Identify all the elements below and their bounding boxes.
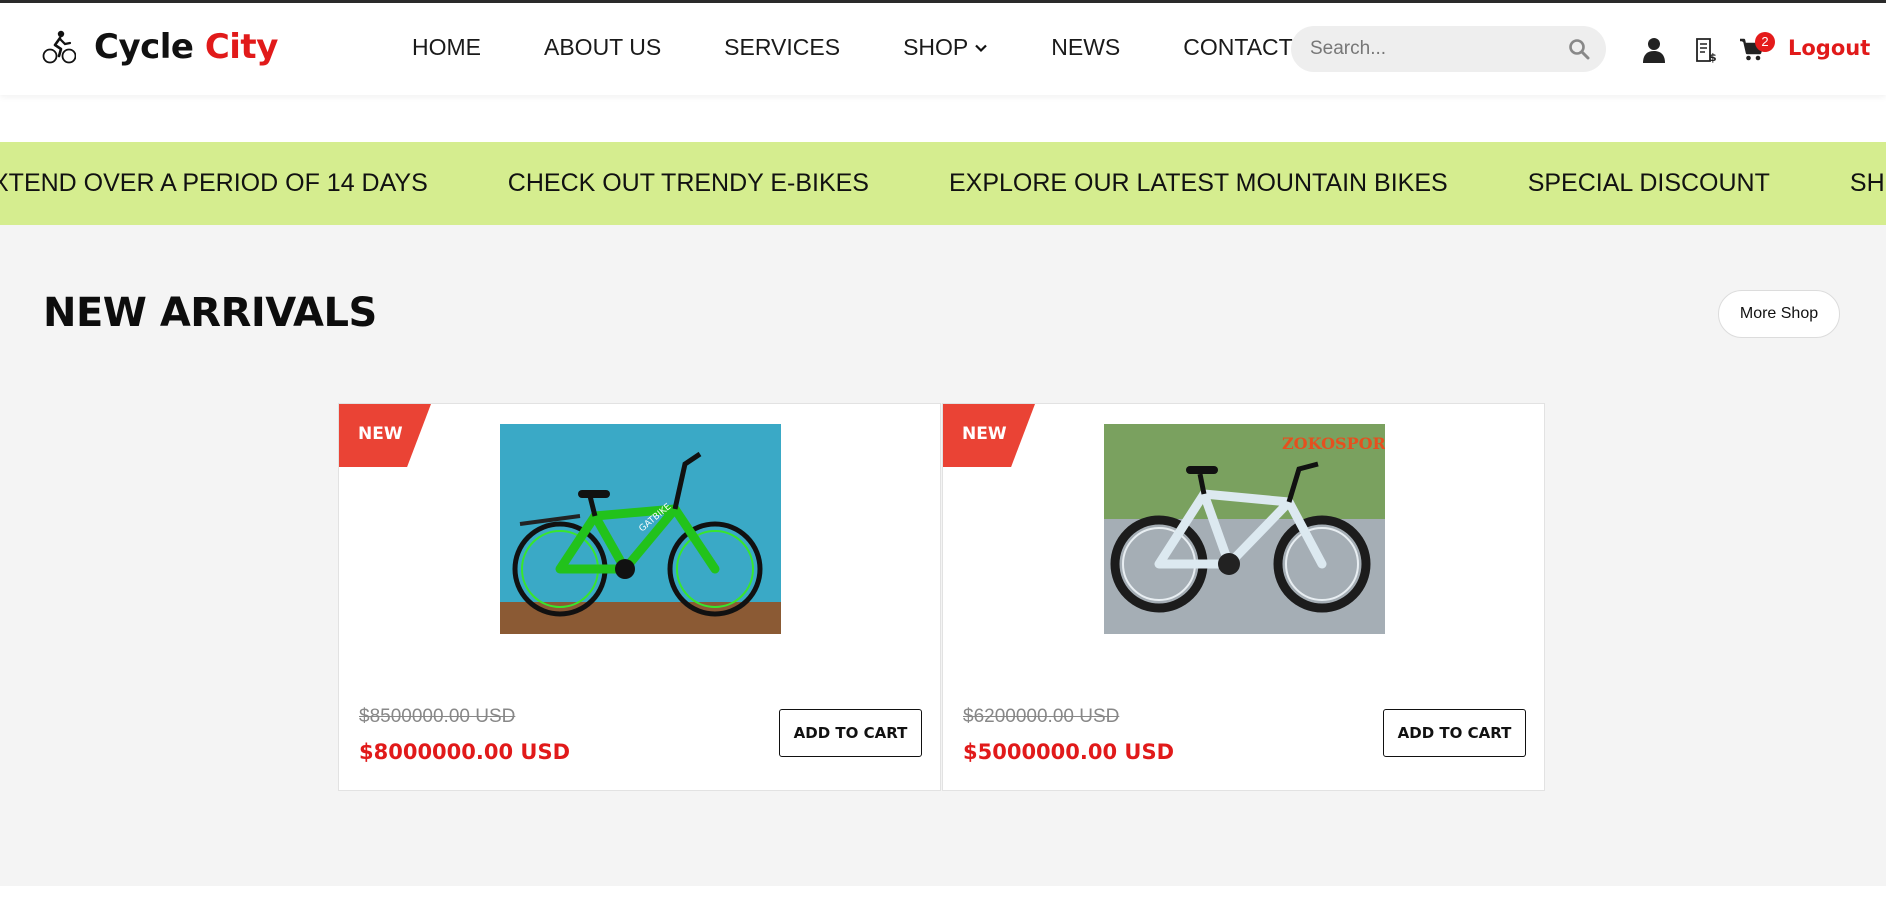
search-box	[1291, 26, 1606, 72]
add-to-cart-button[interactable]: ADD TO CART	[779, 709, 922, 757]
main-nav: HOME ABOUT US SERVICES SHOP NEWS CONTACT	[412, 34, 1293, 61]
site-header: Cycle City HOME ABOUT US SERVICES SHOP N…	[0, 3, 1886, 95]
product-image-green-bike[interactable]: GATBIKE	[500, 424, 781, 634]
search-icon[interactable]	[1568, 38, 1590, 60]
cyclist-icon	[42, 27, 76, 67]
new-badge: NEW	[339, 404, 431, 467]
user-icon[interactable]	[1641, 36, 1667, 64]
product-card: NEW	[338, 403, 941, 791]
svg-text:$: $	[1709, 51, 1717, 63]
ticker-item: EXPLORE OUR LATEST MOUNTAIN BIKES	[948, 169, 1448, 197]
search-input[interactable]	[1310, 26, 1560, 72]
nav-services[interactable]: SERVICES	[724, 34, 840, 61]
sale-price: $8000000.00 USD	[359, 740, 571, 764]
new-arrivals-section: NEW ARRIVALS More Shop NEW GATBIKE $8500…	[0, 225, 1886, 886]
add-to-cart-button[interactable]: ADD TO CART	[1383, 709, 1526, 757]
section-title: NEW ARRIVALS	[43, 290, 377, 336]
ticker-item: SPECIAL DISCOUNT	[1527, 169, 1770, 197]
original-price: $8500000.00 USD	[359, 706, 516, 727]
brand-watermark: ZOKOSPORT	[1282, 434, 1385, 453]
logout-link[interactable]: Logout	[1788, 36, 1870, 60]
nav-contact[interactable]: CONTACT	[1183, 34, 1292, 61]
sale-price: $5000000.00 USD	[963, 740, 1175, 764]
invoice-icon[interactable]: $	[1693, 36, 1719, 64]
ticker-item: XTEND OVER A PERIOD OF 14 DAYS	[0, 169, 428, 197]
cart-count-badge: 2	[1755, 32, 1775, 52]
more-shop-button[interactable]: More Shop	[1718, 290, 1840, 338]
new-badge: NEW	[943, 404, 1035, 467]
product-image-white-bike[interactable]: ZOKOSPORT	[1104, 424, 1385, 634]
nav-news[interactable]: NEWS	[1051, 34, 1120, 61]
product-grid: NEW GATBIKE $8500000.00 USD $8000000.00 …	[338, 403, 1546, 791]
ticker-item: CHECK OUT TRENDY E-BIKES	[507, 169, 869, 197]
promo-ticker: XTEND OVER A PERIOD OF 14 DAYS CHECK OUT…	[0, 142, 1886, 225]
product-card: NEW	[942, 403, 1545, 791]
nav-shop[interactable]: SHOP	[903, 34, 988, 61]
nav-home[interactable]: HOME	[412, 34, 481, 61]
chevron-down-icon	[975, 44, 988, 52]
brand-logo[interactable]: Cycle City	[42, 27, 278, 67]
nav-about-us[interactable]: ABOUT US	[544, 34, 661, 61]
original-price: $6200000.00 USD	[963, 706, 1120, 727]
ticker-item: SHIPPING THRO	[1849, 169, 1886, 197]
brand-name: Cycle City	[94, 27, 278, 67]
